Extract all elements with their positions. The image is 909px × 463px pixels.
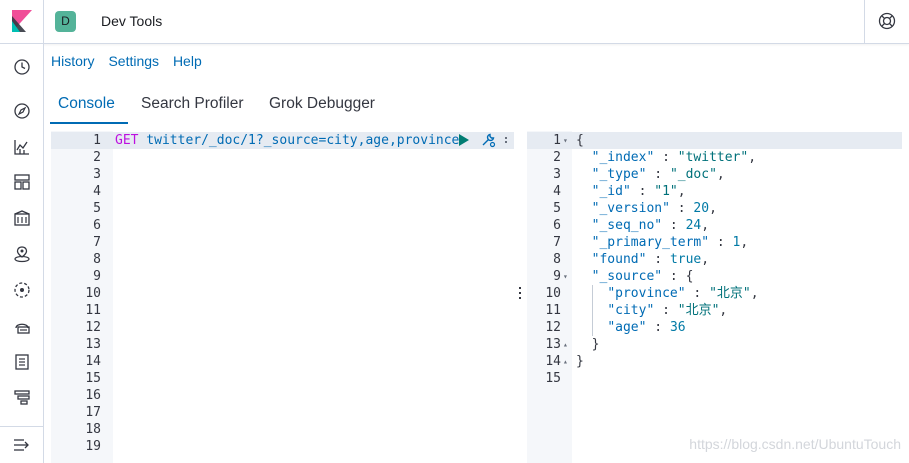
compass-icon[interactable] xyxy=(12,101,32,121)
response-line: "province" : "北京", xyxy=(607,286,759,301)
response-line: "_source" : { xyxy=(591,269,694,284)
line-number: 4 xyxy=(93,184,101,199)
line-number: 3 xyxy=(93,167,101,182)
line-number: 11 xyxy=(545,303,561,318)
line-number: 17 xyxy=(85,405,101,420)
top-nav-links: History Settings Help xyxy=(51,53,212,69)
help-link[interactable]: Help xyxy=(173,53,202,69)
canvas-icon[interactable] xyxy=(12,208,32,228)
menu-collapse-icon xyxy=(14,439,29,451)
line-number: 15 xyxy=(545,371,561,386)
line-number: 14 xyxy=(545,354,561,369)
line-number: 14 xyxy=(85,354,101,369)
menu-dots-icon[interactable] xyxy=(504,137,508,144)
line-number: 2 xyxy=(553,150,561,165)
line-number: 12 xyxy=(85,320,101,335)
response-line: { xyxy=(576,133,584,148)
response-line: "_id" : "1", xyxy=(591,184,686,199)
lifebuoy-icon xyxy=(878,12,896,30)
line-number: 12 xyxy=(545,320,561,335)
tab-grok-debugger[interactable]: Grok Debugger xyxy=(269,95,375,113)
line-number: 9 xyxy=(93,269,101,284)
fold-toggle-icon[interactable]: ▾ xyxy=(563,132,568,149)
response-editor[interactable]: 1 ▾{2 "_index" : "twitter", 3 "_type" : "_… xyxy=(527,131,902,463)
tab-console[interactable]: Console xyxy=(58,95,115,113)
visualize-icon[interactable] xyxy=(12,137,32,157)
line-number: 10 xyxy=(85,286,101,301)
line-number: 6 xyxy=(93,218,101,233)
request-editor[interactable]: 1 GET twitter/_doc/1?_source=city,age,pro… xyxy=(51,131,514,463)
line-number: 19 xyxy=(85,439,101,454)
response-line: "found" : true, xyxy=(591,252,710,267)
kibana-logo[interactable] xyxy=(0,0,44,44)
devtools-tabs: Console Search Profiler Grok Debugger xyxy=(44,89,909,125)
response-line: } xyxy=(576,337,600,352)
line-number: 1 xyxy=(553,133,561,148)
line-number: 4 xyxy=(553,184,561,199)
line-number: 11 xyxy=(85,303,101,318)
apm-icon[interactable] xyxy=(12,387,32,407)
line-number: 8 xyxy=(93,252,101,267)
app-header: D Dev Tools xyxy=(0,0,909,44)
app-badge[interactable]: D xyxy=(55,11,76,32)
line-number: 7 xyxy=(93,235,101,250)
settings-link[interactable]: Settings xyxy=(108,53,159,69)
line-number: 15 xyxy=(85,371,101,386)
line-number: 9 xyxy=(553,269,561,284)
response-line: "_type" : "_doc", xyxy=(591,167,725,182)
line-number: 2 xyxy=(93,150,101,165)
line-number: 13 xyxy=(85,337,101,352)
line-number: 10 xyxy=(545,286,561,301)
line-number: 16 xyxy=(85,388,101,403)
ml-icon[interactable] xyxy=(12,280,32,300)
http-method: GET xyxy=(115,133,139,148)
watermark: https://blog.csdn.net/UbuntuTouch xyxy=(689,436,901,452)
line-number: 3 xyxy=(553,167,561,182)
logs-icon[interactable] xyxy=(12,352,32,372)
help-menu-button[interactable] xyxy=(864,0,909,44)
response-line: "city" : "北京", xyxy=(607,303,728,318)
side-nav xyxy=(0,44,44,463)
line-number: 18 xyxy=(85,422,101,437)
line-number: 1 xyxy=(93,133,101,148)
response-line: "_version" : 20, xyxy=(591,201,717,216)
line-number: 7 xyxy=(553,235,561,250)
request-line[interactable]: GET twitter/_doc/1?_source=city,age,prov… xyxy=(115,132,459,149)
line-number: 5 xyxy=(553,201,561,216)
line-number: 6 xyxy=(553,218,561,233)
clock-icon[interactable] xyxy=(12,57,32,77)
fold-toggle-icon[interactable]: ▾ xyxy=(563,268,568,285)
line-number: 8 xyxy=(553,252,561,267)
response-line: "_seq_no" : 24, xyxy=(591,218,710,233)
kibana-logo-icon xyxy=(12,10,32,32)
history-link[interactable]: History xyxy=(51,53,95,69)
response-line: "_index" : "twitter", xyxy=(591,150,757,165)
response-line: "_primary_term" : 1, xyxy=(591,235,749,250)
maps-icon[interactable] xyxy=(12,244,32,264)
panel-resizer[interactable] xyxy=(516,285,524,303)
tab-search-profiler[interactable]: Search Profiler xyxy=(141,95,244,113)
response-line: } xyxy=(576,354,584,369)
play-icon[interactable] xyxy=(457,133,471,147)
request-path: twitter/_doc/1?_source=city,age,province xyxy=(138,133,460,148)
wrench-icon[interactable] xyxy=(480,132,496,148)
nav-dock-toggle[interactable] xyxy=(0,426,44,463)
page-title: Dev Tools xyxy=(101,13,163,29)
active-tab-indicator xyxy=(50,122,128,124)
dashboard-icon[interactable] xyxy=(12,172,32,192)
fold-toggle-icon[interactable]: ▴ xyxy=(563,353,568,370)
line-number: 5 xyxy=(93,201,101,216)
fold-toggle-icon[interactable]: ▴ xyxy=(563,336,568,353)
indent-guide xyxy=(592,285,593,336)
line-number: 13 xyxy=(545,337,561,352)
infrastructure-icon[interactable] xyxy=(12,316,32,336)
